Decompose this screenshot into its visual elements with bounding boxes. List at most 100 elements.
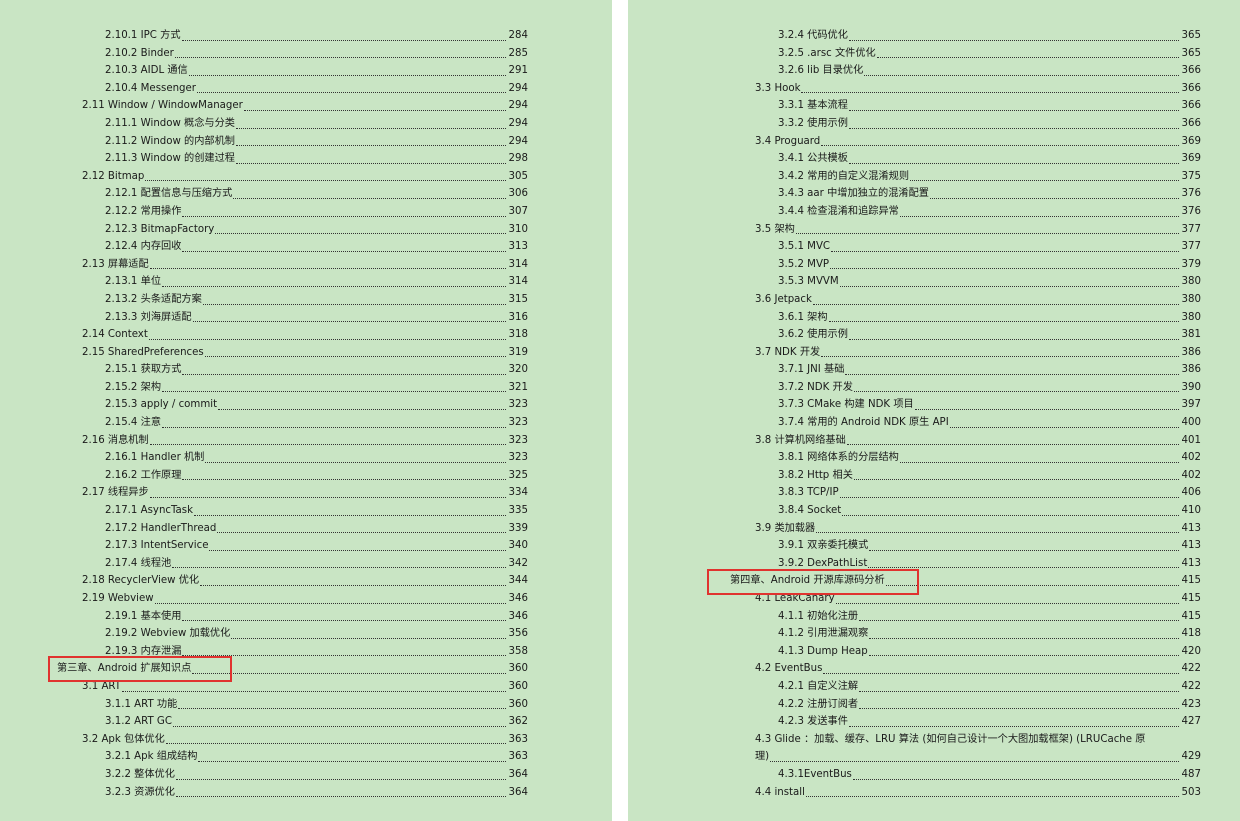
toc-entry-title: 4.2.2 注册订阅者 <box>778 698 859 710</box>
toc-section-entry[interactable]: 2.13 屏幕适配 314 <box>82 256 528 274</box>
toc-subsection-entry[interactable]: 3.4.2 常用的自定义混淆规则 375 <box>755 168 1201 186</box>
toc-section-entry[interactable]: 3.7 NDK 开发 386 <box>755 344 1201 362</box>
toc-subsection-entry[interactable]: 2.12.1 配置信息与压缩方式 306 <box>82 185 528 203</box>
toc-subsection-entry[interactable]: 3.1.2 ART GC 362 <box>82 713 528 731</box>
dot-leader <box>182 479 506 481</box>
toc-subsection-entry[interactable]: 2.13.2 头条适配方案 315 <box>82 291 528 309</box>
toc-subsection-entry[interactable]: 3.8.1 网络体系的分层结构 402 <box>755 449 1201 467</box>
toc-subsection-entry[interactable]: 2.19.1 基本使用 346 <box>82 608 528 626</box>
toc-subsection-entry[interactable]: 4.1.3 Dump Heap 420 <box>755 643 1201 661</box>
toc-subsection-entry[interactable]: 2.15.3 apply / commit 323 <box>82 396 528 414</box>
toc-subsection-entry[interactable]: 3.7.4 常用的 Android NDK 原生 API 400 <box>755 414 1201 432</box>
toc-entry-title: 3.2.4 代码优化 <box>778 30 848 41</box>
toc-subsection-entry[interactable]: 3.3.2 使用示例 366 <box>755 115 1201 133</box>
toc-subsection-entry[interactable]: 3.8.4 Socket 410 <box>755 502 1201 520</box>
toc-subsection-entry[interactable]: 4.2.2 注册订阅者 423 <box>755 696 1201 714</box>
toc-page-number: 413 <box>1181 557 1201 569</box>
toc-page-number: 422 <box>1181 663 1201 675</box>
toc-section-entry[interactable]: 2.19 Webview 346 <box>82 590 528 608</box>
toc-subsection-entry[interactable]: 2.12.2 常用操作 307 <box>82 203 528 221</box>
toc-subsection-entry[interactable]: 2.17.4 线程池 342 <box>82 555 528 573</box>
toc-subsection-entry[interactable]: 2.17.2 HandlerThread 339 <box>82 520 528 538</box>
toc-subsection-entry[interactable]: 2.12.3 BitmapFactory 310 <box>82 221 528 239</box>
toc-subsection-entry[interactable]: 2.10.4 Messenger 294 <box>82 80 528 98</box>
toc-subsection-entry[interactable]: 3.8.3 TCP/IP 406 <box>755 484 1201 502</box>
toc-subsection-entry[interactable]: 3.7.2 NDK 开发 390 <box>755 379 1201 397</box>
toc-section-entry[interactable]: 2.15 SharedPreferences 319 <box>82 344 528 362</box>
toc-section-entry[interactable]: 2.14 Context 318 <box>82 326 528 344</box>
toc-subsection-entry[interactable]: 2.15.4 注意 323 <box>82 414 528 432</box>
toc-subsection-entry[interactable]: 3.6.1 架构 380 <box>755 309 1201 327</box>
toc-subsection-entry[interactable]: 3.5.3 MVVM 380 <box>755 273 1201 291</box>
dot-leader <box>853 479 1179 481</box>
toc-subsection-entry[interactable]: 3.2.4 代码优化 365 <box>755 27 1201 45</box>
toc-subsection-entry[interactable]: 4.3.1EventBus 487 <box>755 766 1201 784</box>
toc-subsection-entry[interactable]: 2.16.2 工作原理 325 <box>82 467 528 485</box>
toc-subsection-entry[interactable]: 3.5.1 MVC 377 <box>755 238 1201 256</box>
toc-section-entry[interactable]: 3.3 Hook 366 <box>755 80 1201 98</box>
toc-section-entry[interactable]: 3.5 架构 377 <box>755 221 1201 239</box>
toc-subsection-entry[interactable]: 4.2.3 发送事件 427 <box>755 713 1201 731</box>
toc-section-entry[interactable]: 4.4 install 503 <box>755 784 1201 802</box>
toc-subsection-entry[interactable]: 3.4.1 公共模板 369 <box>755 150 1201 168</box>
toc-page-number: 415 <box>1181 610 1201 622</box>
toc-page-number: 415 <box>1181 575 1201 587</box>
toc-subsection-entry[interactable]: 2.11.1 Window 概念与分类 294 <box>82 115 528 133</box>
toc-section-entry[interactable]: 3.2 Apk 包体优化 363 <box>82 731 528 749</box>
toc-subsection-entry[interactable]: 2.10.1 IPC 方式 284 <box>82 27 528 45</box>
toc-subsection-entry[interactable]: 3.2.1 Apk 组成结构 363 <box>82 748 528 766</box>
toc-entry-title: 3.8.4 Socket <box>778 505 842 517</box>
toc-subsection-entry[interactable]: 3.4.3 aar 中增加独立的混淆配置 376 <box>755 185 1201 203</box>
toc-subsection-entry[interactable]: 4.1.2 引用泄漏观察 418 <box>755 625 1201 643</box>
toc-subsection-entry[interactable]: 2.11.3 Window 的创建过程 298 <box>82 150 528 168</box>
toc-section-entry[interactable]: 2.18 RecyclerView 优化 344 <box>82 572 528 590</box>
toc-subsection-entry[interactable]: 3.5.2 MVP 379 <box>755 256 1201 274</box>
toc-subsection-entry[interactable]: 2.17.1 AsyncTask 335 <box>82 502 528 520</box>
toc-section-entry[interactable]: 2.16 消息机制 323 <box>82 432 528 450</box>
dot-leader <box>812 303 1179 305</box>
toc-subsection-entry[interactable]: 2.13.1 单位 314 <box>82 273 528 291</box>
dot-leader <box>181 39 506 41</box>
toc-subsection-entry[interactable]: 3.2.5 .arsc 文件优化 365 <box>755 45 1201 63</box>
toc-subsection-entry[interactable]: 3.7.3 CMake 构建 NDK 项目 397 <box>755 396 1201 414</box>
toc-subsection-entry[interactable]: 2.16.1 Handler 机制 323 <box>82 449 528 467</box>
toc-section-entry[interactable]: 4.2 EventBus 422 <box>755 660 1201 678</box>
toc-entry-title: 4.2.1 自定义注解 <box>778 680 859 692</box>
toc-subsection-entry[interactable]: 3.4.4 检查混淆和追踪异常 376 <box>755 203 1201 221</box>
toc-section-entry[interactable]: 3.9 类加载器 413 <box>755 520 1201 538</box>
toc-subsection-entry[interactable]: 2.17.3 IntentService 340 <box>82 537 528 555</box>
toc-subsection-entry[interactable]: 3.1.1 ART 功能 360 <box>82 696 528 714</box>
toc-page-number: 314 <box>508 276 528 288</box>
toc-entry-title: 4.1.1 初始化注册 <box>778 610 859 622</box>
toc-subsection-entry[interactable]: 2.11.2 Window 的内部机制 294 <box>82 133 528 151</box>
toc-section-entry[interactable]: 2.17 线程异步 334 <box>82 484 528 502</box>
toc-section-entry[interactable]: 4.3 Glide ：加载、缓存、LRU 算法 (如何自己设计一个大图加载框架)… <box>755 731 1201 766</box>
toc-subsection-entry[interactable]: 3.2.2 整体优化 364 <box>82 766 528 784</box>
toc-subsection-entry[interactable]: 3.8.2 Http 相关 402 <box>755 467 1201 485</box>
dot-leader <box>182 215 506 217</box>
toc-subsection-entry[interactable]: 2.15.2 架构 321 <box>82 379 528 397</box>
toc-page-number: 358 <box>508 645 528 657</box>
toc-subsection-entry[interactable]: 4.1.1 初始化注册 415 <box>755 608 1201 626</box>
toc-section-entry[interactable]: 3.8 计算机网络基础 401 <box>755 432 1201 450</box>
toc-subsection-entry[interactable]: 4.2.1 自定义注解 422 <box>755 678 1201 696</box>
toc-subsection-entry[interactable]: 2.12.4 内存回收 313 <box>82 238 528 256</box>
toc-subsection-entry[interactable]: 3.9.1 双亲委托模式 413 <box>755 537 1201 555</box>
toc-subsection-entry[interactable]: 2.13.3 刘海屏适配 316 <box>82 309 528 327</box>
toc-subsection-entry[interactable]: 3.3.1 基本流程 366 <box>755 97 1201 115</box>
toc-subsection-entry[interactable]: 3.2.6 lib 目录优化 366 <box>755 62 1201 80</box>
toc-section-entry[interactable]: 3.6 Jetpack 380 <box>755 291 1201 309</box>
toc-entry-title: 2.11.3 Window 的创建过程 <box>105 153 235 165</box>
toc-subsection-entry[interactable]: 2.15.1 获取方式 320 <box>82 361 528 379</box>
toc-page-number: 377 <box>1181 223 1201 235</box>
toc-subsection-entry[interactable]: 3.7.1 JNI 基础 386 <box>755 361 1201 379</box>
toc-subsection-entry[interactable]: 3.6.2 使用示例 381 <box>755 326 1201 344</box>
toc-subsection-entry[interactable]: 2.10.2 Binder 285 <box>82 45 528 63</box>
toc-entry-title: 2.18 RecyclerView 优化 <box>82 575 200 587</box>
toc-subsection-entry[interactable]: 3.2.3 资源优化 364 <box>82 784 528 802</box>
toc-section-entry[interactable]: 2.12 Bitmap 305 <box>82 168 528 186</box>
toc-section-entry[interactable]: 2.11 Window / WindowManager 294 <box>82 97 528 115</box>
toc-section-entry[interactable]: 3.4 Proguard 369 <box>755 133 1201 151</box>
toc-subsection-entry[interactable]: 2.19.2 Webview 加载优化 356 <box>82 625 528 643</box>
toc-subsection-entry[interactable]: 2.10.3 AIDL 通信 291 <box>82 62 528 80</box>
